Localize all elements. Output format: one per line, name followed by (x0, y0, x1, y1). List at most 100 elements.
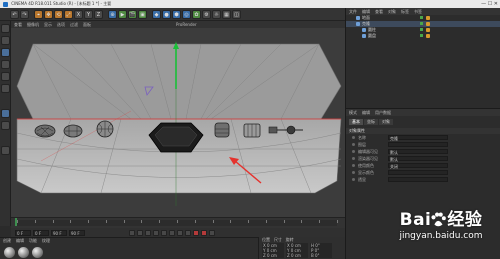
texture-mode-icon[interactable] (1, 36, 10, 45)
go-to-start-button[interactable] (129, 229, 135, 236)
material-menu-item[interactable]: 纹理 (42, 238, 50, 243)
toolbar-button-icon[interactable]: ✥ (44, 9, 53, 19)
sculpt-icon[interactable] (1, 146, 10, 155)
snap-icon[interactable] (1, 121, 10, 130)
material-menu-item[interactable]: 创建 (3, 238, 11, 243)
attribute-value-field[interactable]: 克隆 (388, 135, 448, 141)
material-swatch[interactable] (18, 247, 29, 258)
object-tag-icon[interactable] (426, 22, 430, 26)
object-tag-icon[interactable] (426, 16, 430, 20)
previous-key-button[interactable] (137, 229, 143, 236)
animate-dot-icon[interactable] (352, 143, 355, 146)
size-z-field[interactable]: Z 0 cm (286, 253, 308, 258)
attribute-tab[interactable]: 对象 (379, 119, 393, 125)
model-mode-icon[interactable] (1, 24, 10, 33)
loop-button[interactable] (185, 229, 191, 236)
key-selection-button[interactable] (209, 229, 215, 236)
record-button[interactable] (193, 229, 199, 236)
rotation-b-field[interactable]: B 0° (310, 253, 332, 258)
material-menu-item[interactable]: 编辑 (16, 238, 24, 243)
edges-mode-icon[interactable] (1, 72, 10, 81)
animate-dot-icon[interactable] (352, 150, 355, 153)
attribute-value-field[interactable] (388, 170, 448, 175)
attribute-menu-item[interactable]: 模式 (349, 110, 357, 115)
toolbar-button-icon[interactable]: ◎ (182, 9, 191, 19)
preview-end-field[interactable]: 90 F (51, 229, 67, 236)
object-menu-item[interactable]: 书签 (414, 9, 422, 14)
toolbar-button-icon[interactable]: ⌖ (34, 9, 43, 19)
toolbar-button-icon[interactable]: ▣ (138, 9, 147, 19)
capsule-object[interactable] (268, 126, 278, 134)
viewport-prorender-label[interactable]: ProRender (176, 22, 197, 27)
object-tag-icon[interactable] (426, 34, 430, 38)
viewport-menu-item[interactable]: 面板 (83, 22, 91, 27)
toolbar-button-icon[interactable]: ⬢ (172, 9, 181, 19)
preview-start-field[interactable]: 0 F (33, 229, 49, 236)
torus-object[interactable] (214, 122, 230, 138)
toolbar-button-icon[interactable]: ⚙ (202, 9, 211, 19)
toolbar-button-icon[interactable]: ◆ (152, 9, 161, 19)
3d-viewport[interactable]: 查看 摄像机 显示 选项 过滤 面板 ProRender (11, 21, 345, 217)
timeline-ruler[interactable] (17, 220, 338, 226)
attribute-value-field[interactable]: 关闭 (388, 163, 448, 169)
toolbar-button-icon[interactable]: Y (84, 9, 93, 19)
toolbar-button-icon[interactable]: 🎬 (128, 9, 137, 19)
visibility-check-icon[interactable] (420, 22, 423, 25)
dumbbell-object[interactable] (286, 125, 296, 135)
autokey-button[interactable] (201, 229, 207, 236)
toolbar-button-icon[interactable]: ⊕ (108, 9, 117, 19)
polygons-mode-icon[interactable] (1, 84, 10, 93)
material-swatch[interactable] (32, 247, 43, 258)
window-controls[interactable]: — ☐ ✕ (481, 0, 498, 8)
visibility-check-icon[interactable] (420, 34, 423, 37)
attribute-value-field[interactable] (388, 142, 448, 147)
object-list-item[interactable]: 圆盘 (346, 33, 500, 39)
visibility-check-icon[interactable] (420, 16, 423, 19)
attribute-value-field[interactable]: 默认 (388, 149, 448, 155)
timeline[interactable] (11, 217, 345, 228)
workplane-icon[interactable] (1, 48, 10, 57)
visibility-check-icon[interactable] (420, 28, 423, 31)
position-z-field[interactable]: Z 0 cm (262, 253, 284, 258)
points-mode-icon[interactable] (1, 60, 10, 69)
previous-frame-button[interactable] (145, 229, 151, 236)
next-frame-button[interactable] (161, 229, 167, 236)
toolbar-button-icon[interactable]: ⤢ (64, 9, 73, 19)
object-menu-item[interactable]: 编辑 (362, 9, 370, 14)
material-menu-item[interactable]: 功能 (29, 238, 37, 243)
animate-dot-icon[interactable] (352, 136, 355, 139)
attribute-value-field[interactable] (388, 177, 448, 182)
toolbar-button-icon[interactable]: ◫ (232, 9, 241, 19)
object-menu-item[interactable]: 对象 (388, 9, 396, 14)
toolbar-button-icon[interactable]: X (74, 9, 83, 19)
toolbar-button-icon[interactable]: ↶ (10, 9, 19, 19)
toolbar-button-icon[interactable]: ⟲ (54, 9, 63, 19)
attribute-tab[interactable]: 基本 (349, 119, 363, 125)
object-tag-icon[interactable] (426, 28, 430, 32)
toolbar-button-icon[interactable]: ✿ (192, 9, 201, 19)
toolbar-button-icon[interactable]: ● (162, 9, 171, 19)
go-to-end-button[interactable] (177, 229, 183, 236)
attribute-tab[interactable]: 坐标 (364, 119, 378, 125)
viewport-menu-item[interactable]: 过滤 (70, 22, 78, 27)
play-button[interactable] (153, 229, 159, 236)
object-menu-item[interactable]: 文件 (349, 9, 357, 14)
next-key-button[interactable] (169, 229, 175, 236)
material-swatch[interactable] (4, 247, 15, 258)
viewport-menu-item[interactable]: 查看 (14, 22, 22, 27)
animate-dot-icon[interactable] (352, 171, 355, 174)
toolbar-button-icon[interactable]: ↷ (20, 9, 29, 19)
viewport-menu-item[interactable]: 选项 (57, 22, 65, 27)
object-menu-item[interactable]: 查看 (375, 9, 383, 14)
viewport-menu-item[interactable]: 显示 (44, 22, 52, 27)
toolbar-button-icon[interactable]: ▦ (222, 9, 231, 19)
animate-dot-icon[interactable] (352, 164, 355, 167)
animate-dot-icon[interactable] (352, 157, 355, 160)
animate-dot-icon[interactable] (352, 178, 355, 181)
attribute-menu-item[interactable]: 用户数据 (375, 110, 391, 115)
attribute-value-field[interactable]: 默认 (388, 156, 448, 162)
toolbar-button-icon[interactable]: Z (94, 9, 103, 19)
viewport-menu-item[interactable]: 摄像机 (27, 22, 39, 27)
object-menu-item[interactable]: 标签 (401, 9, 409, 14)
viewport-scene[interactable] (11, 21, 345, 217)
